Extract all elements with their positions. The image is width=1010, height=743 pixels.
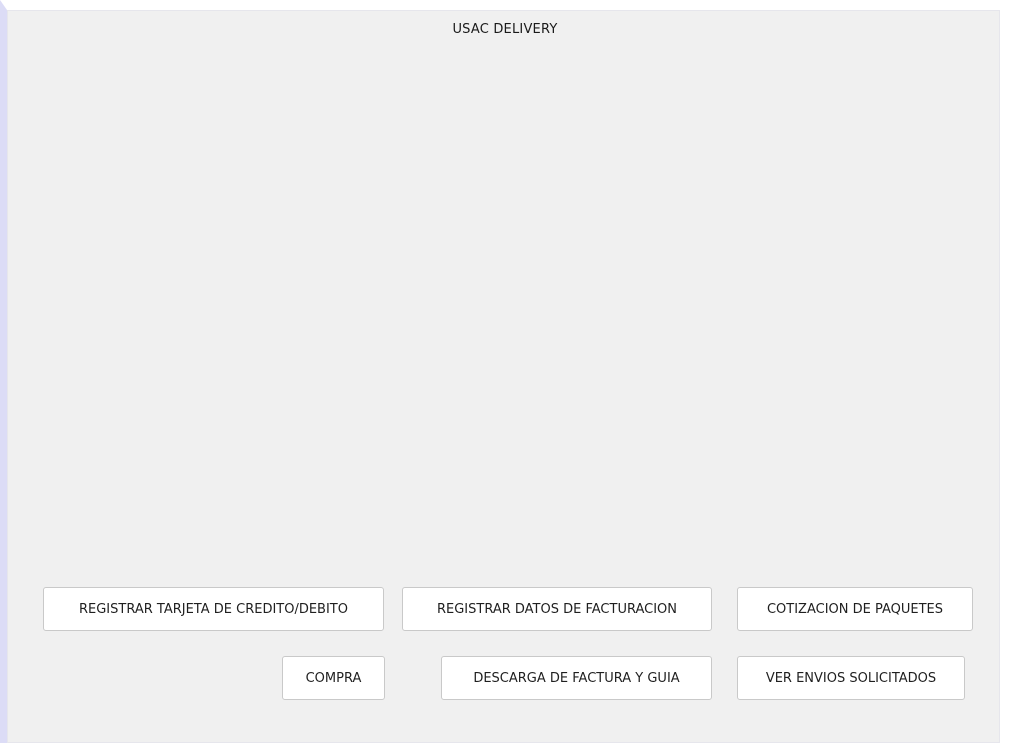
registrar-tarjeta-button[interactable]: REGISTRAR TARJETA DE CREDITO/DEBITO [43,587,384,631]
descarga-factura-guia-button[interactable]: DESCARGA DE FACTURA Y GUIA [441,656,712,700]
cotizacion-paquetes-button[interactable]: COTIZACION DE PAQUETES [737,587,973,631]
main-panel [7,10,1000,743]
window-title: USAC DELIVERY [452,22,558,37]
compra-button[interactable]: COMPRA [282,656,385,700]
registrar-datos-facturacion-button[interactable]: REGISTRAR DATOS DE FACTURACION [402,587,712,631]
ver-envios-solicitados-button[interactable]: VER ENVIOS SOLICITADOS [737,656,965,700]
